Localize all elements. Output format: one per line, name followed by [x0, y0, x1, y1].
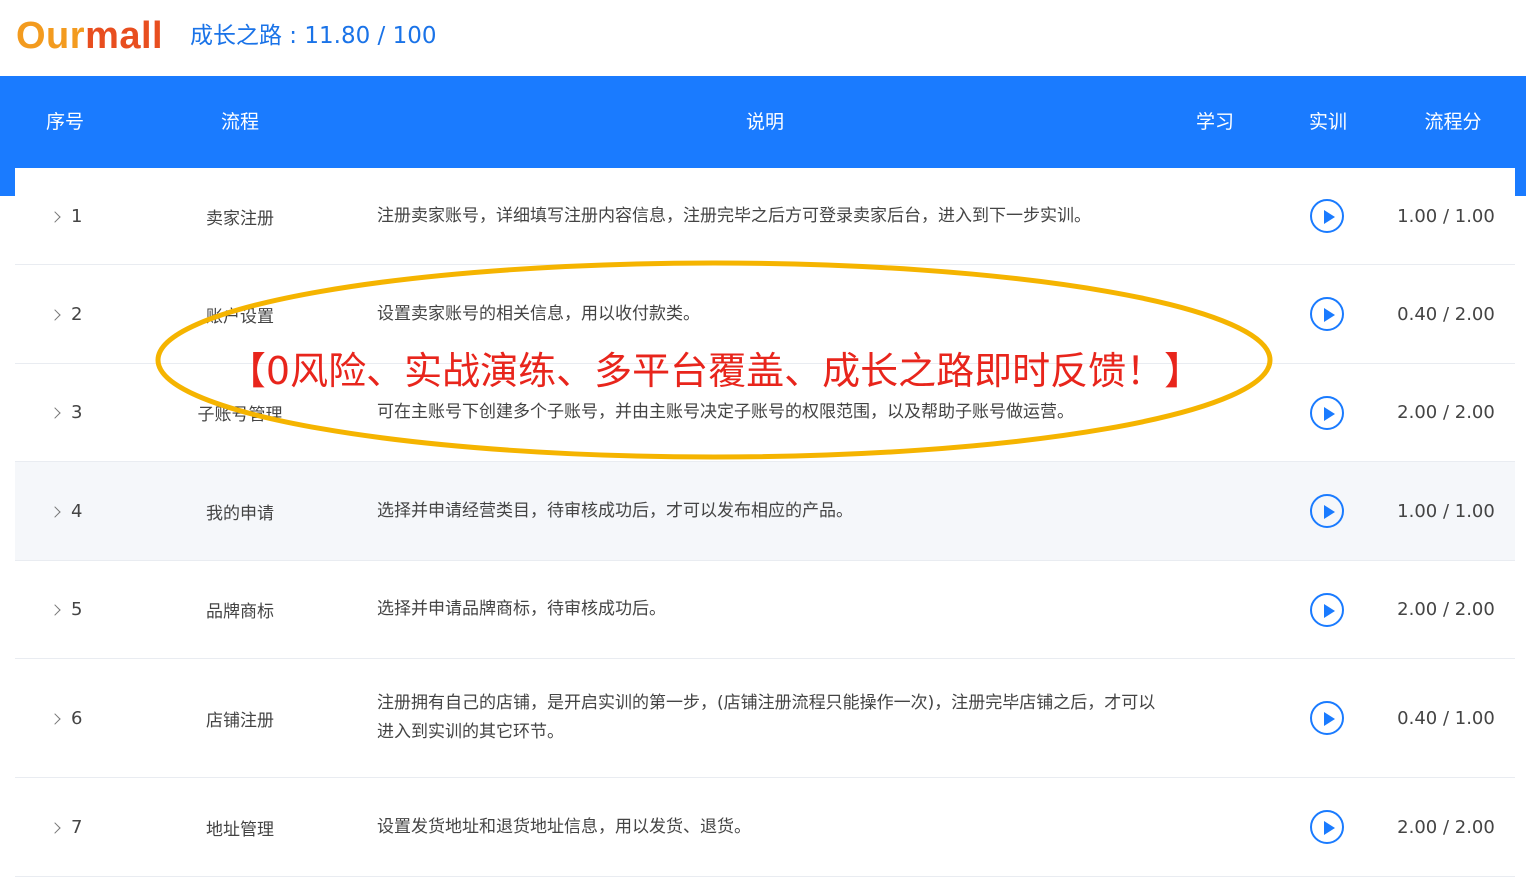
- row-score: 1.00 / 1.00: [1397, 500, 1495, 522]
- row-process: 地址管理: [206, 819, 274, 840]
- play-circle-icon[interactable]: [1310, 297, 1344, 331]
- play-circle-icon[interactable]: [1310, 701, 1344, 735]
- logo-part-mall: mall: [85, 15, 164, 57]
- chevron-right-icon[interactable]: [49, 210, 61, 223]
- row-train: [1305, 561, 1349, 658]
- play-circle-icon[interactable]: [1310, 592, 1344, 627]
- ourmall-logo[interactable]: Ourmall: [16, 14, 163, 58]
- row-process: 我的申请: [206, 503, 274, 524]
- row-process: 品牌商标: [206, 602, 274, 622]
- table-row[interactable]: 1 卖家注册 注册卖家账号，详细填写注册内容信息，注册完毕之后方可登录卖家后台，…: [15, 168, 1515, 265]
- row-score: 2.00 / 2.00: [1397, 816, 1495, 838]
- table-row[interactable]: 3 子账号管理 可在主账号下创建多个子账号，并由主账号决定子账号的权限范围，以及…: [15, 364, 1515, 462]
- table-header: 序号 流程 说明 学习 实训 流程分: [0, 76, 1526, 168]
- row-process: 卖家注册: [206, 208, 274, 229]
- row-description: 选择并申请经营类目，待审核成功后，才可以发布相应的产品。: [377, 500, 853, 521]
- table-row[interactable]: 5 品牌商标 选择并申请品牌商标，待审核成功后。 2.00 / 2.00: [15, 561, 1515, 659]
- col-header-learn: 学习: [1195, 111, 1234, 133]
- process-table: 1 卖家注册 注册卖家账号，详细填写注册内容信息，注册完毕之后方可登录卖家后台，…: [15, 168, 1515, 877]
- row-train: [1305, 265, 1349, 363]
- chevron-right-icon[interactable]: [49, 505, 61, 518]
- row-score: 0.40 / 1.00: [1397, 707, 1495, 729]
- row-train: [1305, 659, 1349, 777]
- chevron-right-icon[interactable]: [49, 308, 61, 321]
- row-description: 注册卖家账号，详细填写注册内容信息，注册完毕之后方可登录卖家后台，进入到下一步实…: [377, 205, 1091, 226]
- logo-part-our: Our: [16, 15, 86, 57]
- row-description: 可在主账号下创建多个子账号，并由主账号决定子账号的权限范围，以及帮助子账号做运营…: [377, 402, 1074, 422]
- row-train: [1305, 778, 1349, 876]
- row-description: 设置卖家账号的相关信息，用以收付款类。: [377, 303, 700, 324]
- play-circle-icon[interactable]: [1310, 199, 1344, 233]
- row-process: 子账号管理: [197, 405, 283, 425]
- row-number[interactable]: 6: [49, 659, 131, 777]
- row-number[interactable]: 4: [49, 462, 131, 560]
- row-score: 0.40 / 2.00: [1397, 303, 1495, 325]
- row-train: [1305, 364, 1349, 461]
- row-number[interactable]: 7: [49, 778, 131, 876]
- table-row[interactable]: 4 我的申请 选择并申请经营类目，待审核成功后，才可以发布相应的产品。 1.00…: [15, 462, 1515, 561]
- row-description: 注册拥有自己的店铺，是开启实训的第一步，(店铺注册流程只能操作一次)，注册完毕店…: [377, 693, 1156, 742]
- row-score: 2.00 / 2.00: [1397, 599, 1495, 620]
- play-circle-icon[interactable]: [1310, 395, 1344, 430]
- play-circle-icon[interactable]: [1310, 810, 1344, 844]
- row-number[interactable]: 5: [49, 561, 131, 658]
- row-number[interactable]: 1: [49, 168, 131, 264]
- chevron-right-icon[interactable]: [49, 712, 61, 725]
- row-number[interactable]: 2: [49, 265, 131, 363]
- growth-progress: 成长之路 : 11.80 / 100: [190, 23, 437, 49]
- col-header-process: 流程: [220, 111, 259, 133]
- chevron-right-icon[interactable]: [49, 821, 61, 834]
- row-train: [1305, 168, 1349, 264]
- top-bar: Ourmall 成长之路 : 11.80 / 100: [0, 0, 1526, 76]
- chevron-right-icon[interactable]: [49, 407, 61, 419]
- row-process: 账户设置: [206, 306, 274, 327]
- play-circle-icon[interactable]: [1310, 494, 1344, 528]
- col-header-number: 序号: [45, 111, 84, 133]
- row-score: 1.00 / 1.00: [1397, 205, 1495, 227]
- table-row[interactable]: 2 账户设置 设置卖家账号的相关信息，用以收付款类。 0.40 / 2.00: [15, 265, 1515, 364]
- row-description: 设置发货地址和退货地址信息，用以发货、退货。: [377, 816, 751, 837]
- row-score: 2.00 / 2.00: [1397, 402, 1495, 423]
- col-header-description: 说明: [745, 111, 784, 133]
- row-number[interactable]: 3: [49, 364, 131, 461]
- col-header-score: 流程分: [1424, 111, 1482, 133]
- row-train: [1305, 462, 1349, 560]
- table-row[interactable]: 6 店铺注册 注册拥有自己的店铺，是开启实训的第一步，(店铺注册流程只能操作一次…: [15, 659, 1515, 778]
- row-description: 选择并申请品牌商标，待审核成功后。: [377, 599, 666, 619]
- chevron-right-icon[interactable]: [49, 604, 61, 616]
- table-row[interactable]: 7 地址管理 设置发货地址和退货地址信息，用以发货、退货。 2.00 / 2.0…: [15, 778, 1515, 877]
- row-process: 店铺注册: [206, 710, 274, 731]
- col-header-train: 实训: [1308, 111, 1347, 133]
